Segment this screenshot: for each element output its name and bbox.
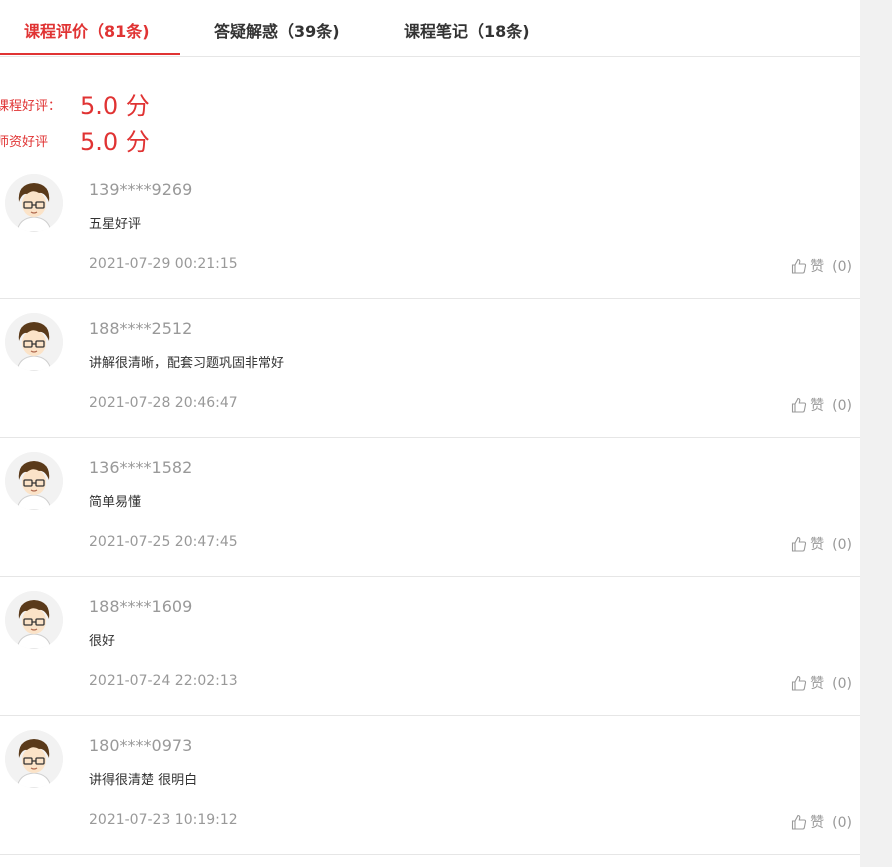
review-username: 188****1609 [89,597,193,616]
avatar-illustration [5,174,63,232]
course-rating-label: 课程好评： [0,99,62,114]
tab-qa[interactable]: 答疑解惑（39条) [214,0,340,56]
review-timestamp: 2021-07-29 00:21:15 [89,256,238,272]
teacher-rating-label: 师资好评 [0,135,49,150]
like-count: (0) [832,676,852,692]
scrollbar[interactable] [860,0,892,867]
course-reviews-panel: 课程评价（81条) 答疑解惑（39条) 课程笔记（18条) 课程好评： 5.0 … [0,0,860,867]
review-timestamp: 2021-07-25 20:47:45 [89,534,238,550]
thumbs-up-icon [792,258,807,274]
review-item: 139****9269 五星好评 2021-07-29 00:21:15 赞 (0… [0,160,860,299]
review-username: 180****0973 [89,736,193,755]
review-timestamp: 2021-07-23 10:19:12 [89,812,238,828]
like-button[interactable]: 赞 (0) [791,812,852,832]
like-count: (0) [832,537,852,553]
review-timestamp: 2021-07-28 20:46:47 [89,395,238,411]
like-label: 赞 [810,676,825,692]
tab-course-notes[interactable]: 课程笔记（18条) [404,0,530,56]
avatar-illustration [5,452,63,510]
review-comment: 讲得很清楚 很明白 [89,773,198,788]
like-label: 赞 [810,537,825,553]
thumbs-up-icon [792,397,807,413]
like-count: (0) [832,398,852,414]
avatar-illustration [5,730,63,788]
like-button[interactable]: 赞 (0) [791,534,852,554]
review-item: 180****0973 讲得很清楚 很明白 2021-07-23 10:19:1… [0,716,860,855]
tab-bar: 课程评价（81条) 答疑解惑（39条) 课程笔记（18条) [0,0,860,57]
avatar-illustration [5,313,63,371]
tab-course-reviews[interactable]: 课程评价（81条) [24,0,150,56]
review-item: 136****1582 简单易懂 2021-07-25 20:47:45 赞 (0… [0,438,860,577]
review-username: 188****2512 [89,319,193,338]
teacher-rating-value: 5.0 分 [80,128,150,156]
like-count: (0) [832,259,852,275]
avatar [5,174,63,232]
review-comment: 很好 [89,634,116,649]
review-item: 188****1609 很好 2021-07-24 22:02:13 赞 (0) [0,577,860,716]
review-comment: 讲解很清晰，配套习题巩固非常好 [89,356,285,371]
course-rating-value: 5.0 分 [80,92,150,120]
review-timestamp: 2021-07-24 22:02:13 [89,673,238,689]
like-count: (0) [832,815,852,831]
review-comment: 五星好评 [89,217,142,232]
avatar [5,591,63,649]
like-label: 赞 [810,259,825,275]
avatar-illustration [5,591,63,649]
like-label: 赞 [810,815,825,831]
like-button[interactable]: 赞 (0) [791,673,852,693]
thumbs-up-icon [792,536,807,552]
like-button[interactable]: 赞 (0) [791,395,852,415]
like-label: 赞 [810,398,825,414]
active-tab-indicator [0,53,180,55]
avatar [5,452,63,510]
like-button[interactable]: 赞 (0) [791,256,852,276]
avatar [5,730,63,788]
review-username: 136****1582 [89,458,193,477]
thumbs-up-icon [792,814,807,830]
thumbs-up-icon [792,675,807,691]
avatar [5,313,63,371]
review-item: 188****2512 讲解很清晰，配套习题巩固非常好 2021-07-28 2… [0,299,860,438]
review-username: 139****9269 [89,180,193,199]
review-comment: 简单易懂 [89,495,142,510]
